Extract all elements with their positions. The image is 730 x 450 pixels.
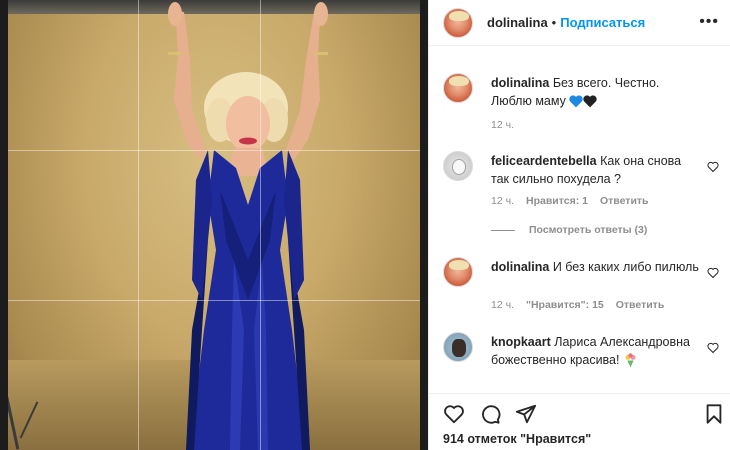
reply-button[interactable]: Ответить (616, 299, 665, 311)
comment-item: feliceardentebella Как она снова так сил… (443, 151, 723, 221)
avatar[interactable] (443, 332, 473, 362)
comment-time: 12 ч. (491, 119, 514, 131)
comment-likes-count[interactable]: Нравится: 1 (526, 195, 588, 207)
avatar[interactable] (443, 257, 473, 287)
view-replies-button[interactable]: Посмотреть ответы (3) (491, 224, 647, 236)
heart-icon[interactable] (443, 403, 465, 425)
comment-text: И без каких либо пилюль (552, 260, 699, 274)
grid-line-vertical (260, 0, 261, 450)
follow-button[interactable]: Подписаться (560, 15, 645, 30)
author-username[interactable]: dolinalina (487, 15, 548, 30)
share-icon[interactable] (515, 403, 537, 425)
more-options-icon[interactable]: ••• (699, 14, 719, 30)
bouquet-icon (625, 353, 636, 368)
comment-item: dolinalina И без каких либо пилюль 12 ч.… (443, 257, 723, 327)
like-comment-heart-icon[interactable] (707, 342, 719, 354)
comment-meta: 12 ч. Нравится: 1 Ответить (491, 195, 649, 207)
separator-dot: • (551, 15, 557, 30)
post-header: dolinalina • Подписаться ••• (429, 0, 730, 46)
comment-username[interactable]: knopkaart (491, 335, 551, 349)
comment-body: feliceardentebella Как она снова так сил… (491, 152, 701, 188)
view-replies-label: Посмотреть ответы (3) (529, 224, 648, 236)
divider-line (491, 229, 515, 231)
woman-figure (168, 2, 328, 450)
photo-scene (8, 0, 420, 450)
comment-likes-count[interactable]: "Нравится": 15 (526, 299, 604, 311)
comments-list[interactable]: dolinalina Без всего. Честно. Люблю маму… (429, 47, 730, 392)
caption-comment: dolinalina Без всего. Честно. Люблю маму… (443, 73, 723, 143)
blue-heart-icon (569, 95, 583, 108)
comment-time: 12 ч. (491, 299, 514, 311)
comment-username[interactable]: feliceardentebella (491, 154, 597, 168)
comment-time: 12 ч. (491, 195, 514, 207)
post-actions-bar: 914 отметок "Нравится" (429, 393, 730, 450)
likes-count[interactable]: 914 отметок "Нравится" (443, 432, 591, 446)
grid-line-vertical (138, 0, 139, 450)
comment-username[interactable]: dolinalina (491, 76, 549, 90)
black-heart-icon (583, 95, 597, 108)
comment-meta: 12 ч. (491, 119, 514, 131)
like-comment-heart-icon[interactable] (707, 267, 719, 279)
comment-icon[interactable] (479, 403, 501, 425)
comment-body: knopkaart Лариса Александровна божествен… (491, 333, 701, 369)
post-side-panel: dolinalina • Подписаться ••• dolinalina … (428, 0, 730, 450)
comment-body: dolinalina Без всего. Честно. Люблю маму (491, 74, 701, 110)
comment-meta: 12 ч. "Нравится": 15 Ответить (491, 299, 664, 311)
grid-line-horizontal (8, 300, 420, 301)
avatar[interactable] (443, 7, 473, 38)
grid-line-horizontal (8, 150, 420, 151)
reply-button[interactable]: Ответить (600, 195, 649, 207)
like-comment-heart-icon[interactable] (707, 161, 719, 173)
bookmark-icon[interactable] (703, 403, 725, 425)
comment-username[interactable]: dolinalina (491, 260, 549, 274)
avatar[interactable] (443, 73, 473, 103)
post-photo[interactable] (0, 0, 428, 450)
avatar[interactable] (443, 151, 473, 181)
comment-body: dolinalina И без каких либо пилюль (491, 258, 701, 276)
comment-item: knopkaart Лариса Александровна божествен… (443, 332, 723, 392)
